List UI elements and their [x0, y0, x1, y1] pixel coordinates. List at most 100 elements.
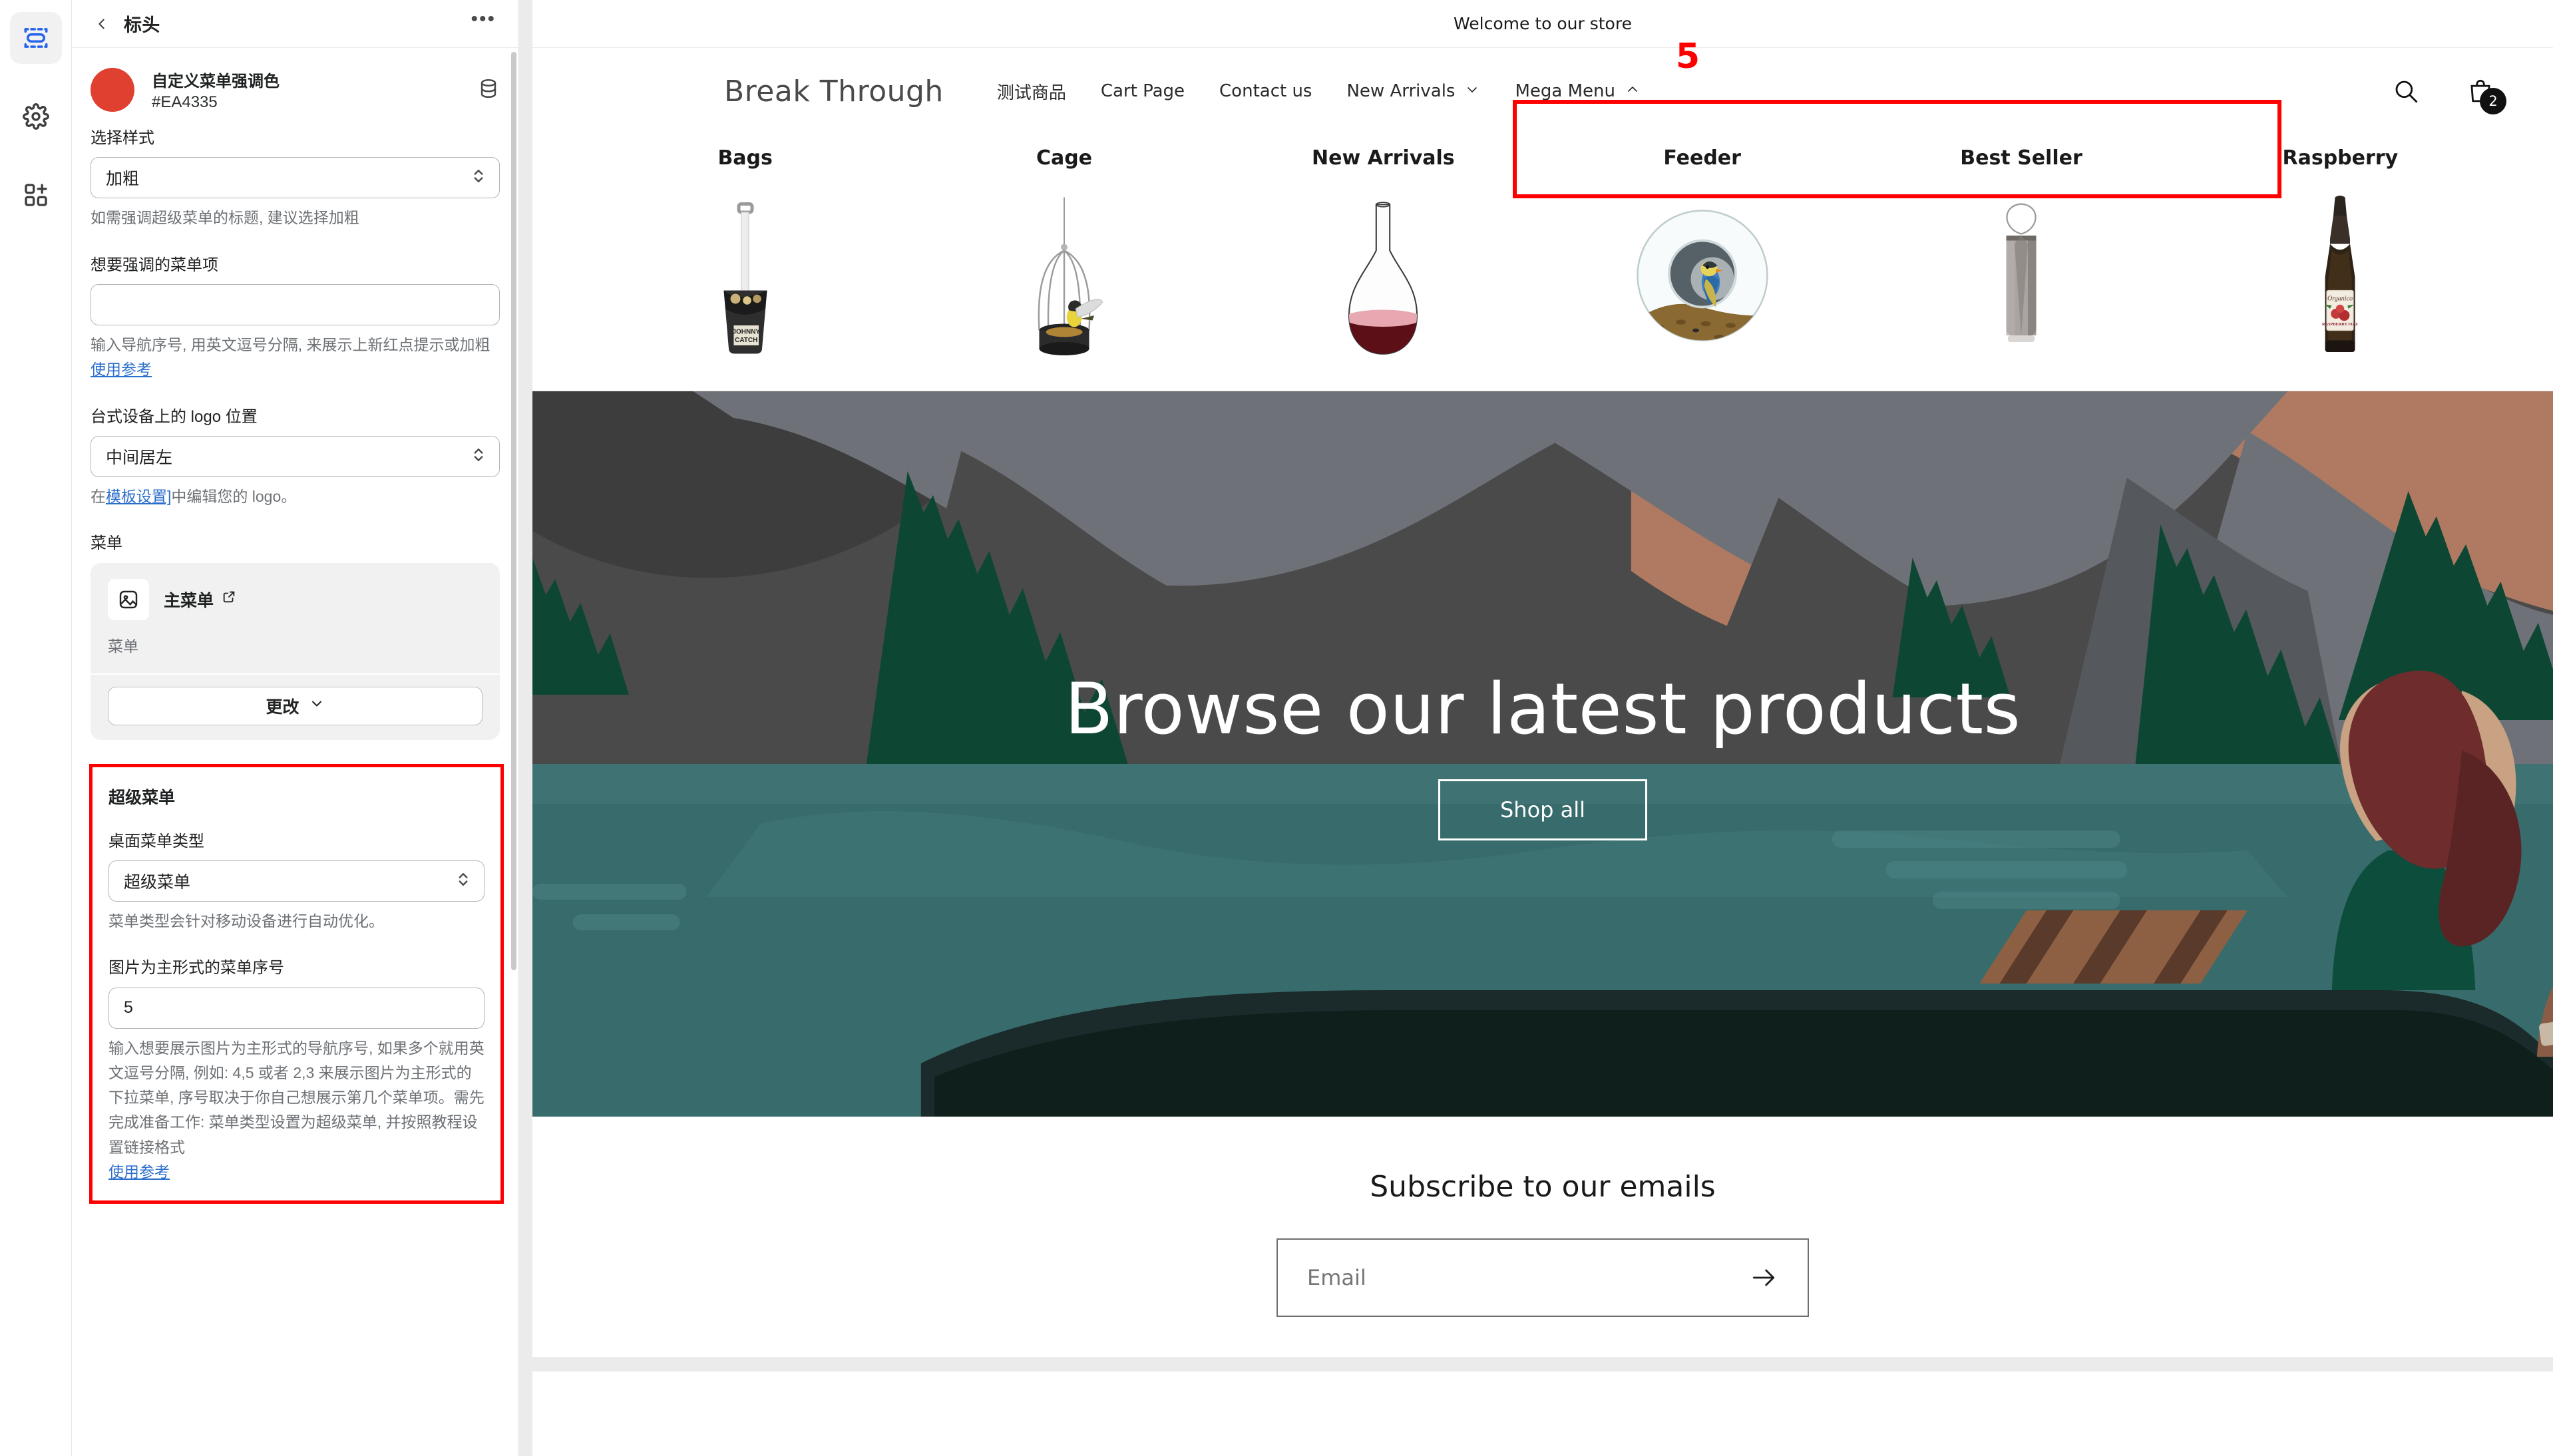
mega-column-3[interactable]: Feeder	[1543, 146, 1862, 365]
image-menu-index-help: 输入想要展示图片为主形式的导航序号, 如果多个就用英文逗号分隔, 例如: 4,5…	[108, 1036, 485, 1185]
svg-text:RASPBERRY FIZZ: RASPBERRY FIZZ	[2322, 322, 2358, 327]
mega-column-title: New Arrivals	[1312, 146, 1455, 170]
change-menu-label: 更改	[266, 697, 299, 717]
highlight-items-help-link[interactable]: 使用参考	[91, 361, 152, 378]
color-swatch[interactable]	[91, 68, 134, 112]
highlight-items-input[interactable]	[91, 284, 500, 326]
chevron-down-icon	[309, 695, 325, 716]
storefront-preview: Welcome to our store Break Through 测试商品 …	[532, 0, 2553, 1456]
mega-column-title: Cage	[1036, 146, 1093, 170]
nav-item-3[interactable]: New Arrivals	[1345, 77, 1481, 106]
nav-item-0[interactable]: 测试商品	[996, 75, 1068, 108]
hero-title: Browse our latest products	[1064, 667, 2021, 750]
sidebar-scrollbar[interactable]	[511, 52, 516, 970]
desktop-menu-type-label: 桌面菜单类型	[108, 832, 204, 850]
nav-label: 测试商品	[996, 83, 1066, 103]
image-menu-index-input[interactable]	[108, 987, 485, 1029]
announcement-bar: Welcome to our store	[532, 0, 2553, 48]
color-setting-hex: #EA4335	[152, 93, 218, 111]
menu-card-title-text: 主菜单	[164, 591, 214, 610]
logo-position-label: 台式设备上的 logo 位置	[91, 407, 258, 426]
sidebar-scroll-body: 自定义菜单强调色 #EA4335 选择样式 加粗 如需强调超级菜单的标题, 建议…	[72, 48, 518, 1456]
select-updown-icon	[471, 166, 486, 190]
mega-menu-dropdown: Bags JOHNNY CATCH Cage New Arrivals Feed…	[532, 134, 2553, 391]
bird-feeder-product-image	[1613, 186, 1792, 365]
search-icon[interactable]	[2392, 77, 2420, 105]
sidebar-header: 标头 •••	[72, 0, 518, 48]
back-button[interactable]	[91, 13, 113, 35]
desktop-menu-type-value: 超级菜单	[124, 872, 191, 892]
svg-text:JOHNNY: JOHNNY	[732, 329, 760, 336]
logo-position-help: 在模板设置]中编辑您的 logo。	[91, 484, 500, 509]
page-title: 标头	[124, 15, 160, 35]
logo-position-select[interactable]: 中间居左	[91, 435, 500, 477]
external-link-icon[interactable]	[222, 590, 236, 609]
header-icon-group: 2	[2392, 77, 2514, 114]
mega-column-0[interactable]: Bags JOHNNY CATCH	[586, 146, 904, 365]
rail-item-settings[interactable]	[10, 91, 62, 142]
raspberry-bottle-product-image: Organico RASPBERRY FIZZ	[2250, 186, 2430, 365]
style-field-help: 如需强调超级菜单的标题, 建议选择加粗	[91, 209, 359, 227]
chevron-down-icon	[1464, 81, 1480, 102]
mega-column-2[interactable]: New Arrivals	[1224, 146, 1543, 365]
mega-column-1[interactable]: Cage	[904, 146, 1223, 365]
mega-column-5[interactable]: Raspberry Organico RASPBERRY FIZZ	[2181, 146, 2500, 365]
smoke-vase-product-image	[1931, 186, 2111, 365]
select-updown-icon	[456, 869, 471, 892]
email-input[interactable]	[1307, 1265, 1749, 1290]
image-menu-index-help-link[interactable]: 使用参考	[108, 1163, 170, 1181]
highlight-items-help: 输入导航序号, 用英文逗号分隔, 来展示上新红点提示或加粗使用参考	[91, 333, 500, 383]
decanter-product-image	[1293, 186, 1473, 365]
menu-card-title[interactable]: 主菜单	[164, 588, 236, 612]
cart-icon[interactable]: 2	[2466, 77, 2506, 114]
nav-label: Contact us	[1219, 81, 1312, 101]
logo-help-suffix: 中编辑您的 logo。	[171, 487, 297, 505]
database-icon[interactable]	[477, 77, 500, 103]
menu-card-subtitle: 菜单	[108, 637, 138, 655]
gear-icon	[22, 103, 49, 130]
mega-column-4[interactable]: Best Seller	[1862, 146, 2180, 365]
logo-help-prefix: 在	[91, 487, 106, 505]
apps-add-icon	[23, 182, 49, 208]
nav-label: Cart Page	[1100, 81, 1185, 101]
mega-menu-section-title: 超级菜单	[108, 788, 176, 807]
hero-banner: Browse our latest products Shop all	[532, 391, 2553, 1117]
arrow-right-icon[interactable]	[1749, 1263, 1778, 1292]
svg-text:CATCH: CATCH	[735, 337, 757, 344]
style-select-value: 加粗	[106, 170, 140, 189]
desktop-menu-type-select[interactable]: 超级菜单	[108, 860, 485, 902]
nav-item-1[interactable]: Cart Page	[1099, 77, 1186, 105]
chevron-up-icon	[1625, 81, 1641, 102]
custom-menu-accent-color-row: 自定义菜单强调色 #EA4335	[72, 48, 518, 128]
change-menu-button[interactable]: 更改	[108, 686, 483, 725]
menu-field-label: 菜单	[91, 534, 122, 553]
nav-label: New Arrivals	[1346, 81, 1456, 101]
color-setting-name: 自定义菜单强调色	[152, 73, 280, 91]
sections-icon	[22, 24, 50, 52]
more-options-button[interactable]: •••	[471, 9, 496, 32]
theme-settings-link[interactable]: 模板设置]	[106, 488, 171, 505]
nav-item-2[interactable]: Contact us	[1218, 77, 1313, 105]
svg-text:Organico: Organico	[2327, 295, 2353, 303]
newsletter-section: Subscribe to our emails	[532, 1117, 2553, 1357]
image-menu-index-help-text: 输入想要展示图片为主形式的导航序号, 如果多个就用英文逗号分隔, 例如: 4,5…	[108, 1039, 485, 1156]
highlight-items-label: 想要强调的菜单项	[91, 256, 218, 274]
menu-card: 主菜单 菜单 更改	[91, 562, 500, 740]
mega-column-title: Bags	[717, 146, 773, 170]
rail-item-sections[interactable]	[9, 12, 62, 64]
rail-item-apps[interactable]	[10, 169, 62, 221]
style-field-label: 选择样式	[91, 129, 154, 147]
mega-column-title: Raspberry	[2282, 146, 2399, 170]
shop-all-button[interactable]: Shop all	[1438, 779, 1648, 840]
store-header: Break Through 测试商品 Cart Page Contact us …	[532, 37, 2553, 198]
mega-menu-settings-block: 超级菜单 桌面菜单类型 超级菜单 菜单类型会针对移动设备进行自动优化。 图片为主…	[89, 763, 504, 1204]
newsletter-title: Subscribe to our emails	[1370, 1170, 1716, 1204]
nav-index-annotation: 5	[1675, 36, 1700, 77]
logo-position-value: 中间居左	[106, 448, 173, 467]
settings-sidebar: 标头 ••• 自定义菜单强调色 #EA4335 选择样式 加粗 如需强调超级菜单…	[72, 0, 519, 1456]
style-select[interactable]: 加粗	[91, 157, 500, 199]
nav-item-4[interactable]: Mega Menu	[1513, 77, 1642, 106]
preview-bottom-strip	[532, 1357, 2553, 1371]
store-logo[interactable]: Break Through	[724, 75, 944, 108]
cart-count-badge: 2	[2480, 88, 2506, 114]
